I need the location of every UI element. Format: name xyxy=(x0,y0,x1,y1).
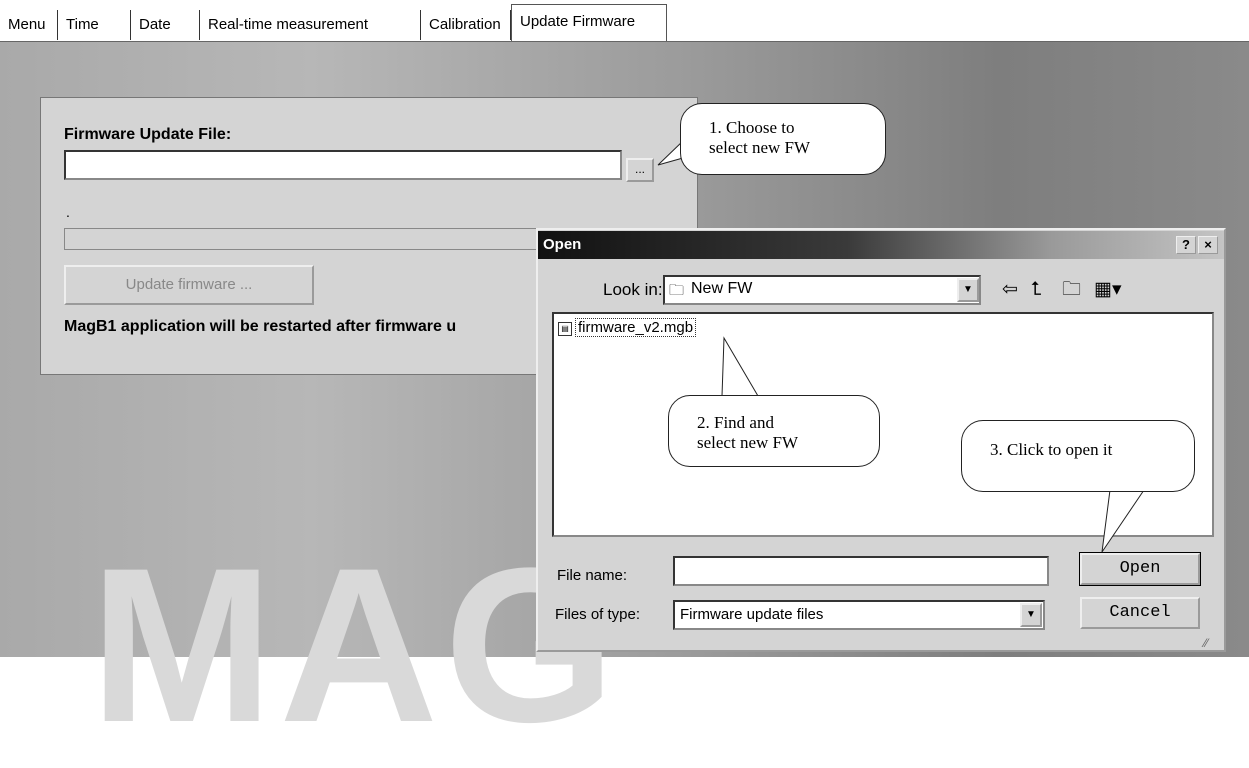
callout-3-text: 3. Click to open it xyxy=(990,440,1113,459)
callout-pointers xyxy=(657,139,1145,553)
callout-1-line-2: select new FW xyxy=(709,138,811,157)
callout-2-line-2: select new FW xyxy=(697,433,799,452)
callout-1-line-1: 1. Choose to xyxy=(709,118,795,137)
callout-2-pointer xyxy=(721,336,759,397)
callout-step-1: 1. Choose to select new FW xyxy=(680,103,886,175)
callout-step-2: 2. Find and select new FW xyxy=(668,395,880,467)
callout-step-3: 3. Click to open it xyxy=(961,420,1195,492)
callout-3-pointer xyxy=(1101,489,1145,553)
callout-2-line-1: 2. Find and xyxy=(697,413,774,432)
